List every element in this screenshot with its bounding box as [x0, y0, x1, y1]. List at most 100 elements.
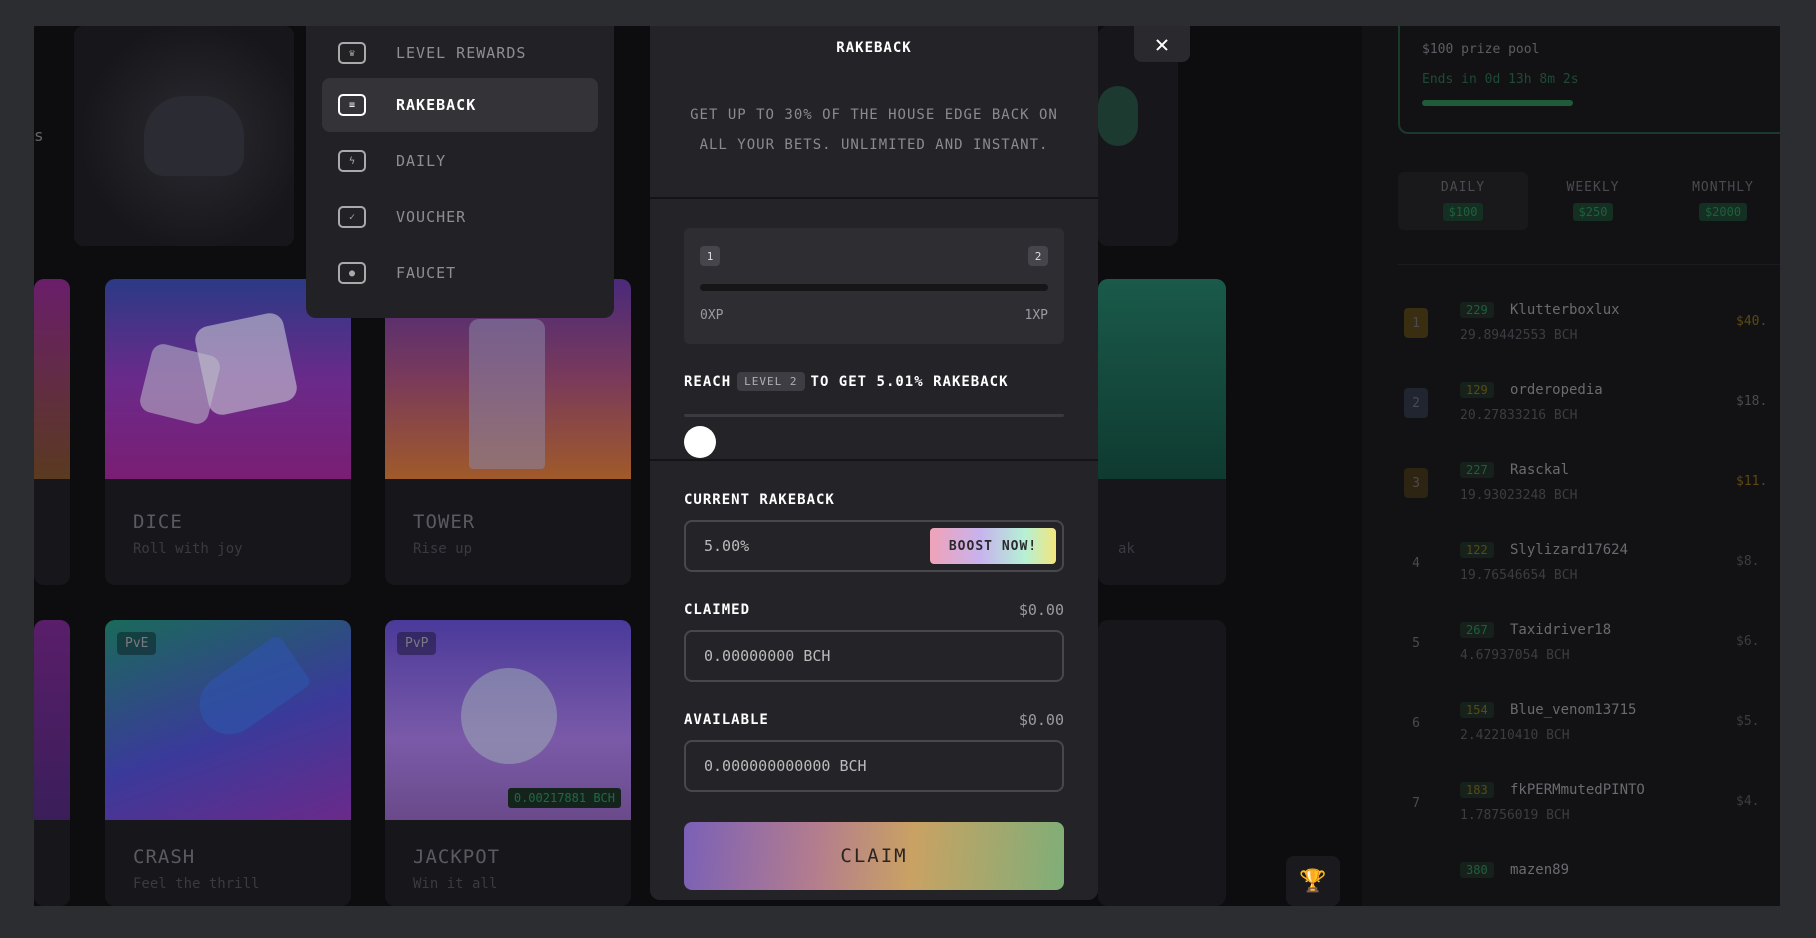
prize-pool-box: $100 prize pool Ends in 0d 13h 8m 2s: [1398, 26, 1780, 134]
game-card-partial-right-mid[interactable]: ak: [1098, 279, 1226, 585]
game-name-tower: TOWER: [413, 511, 476, 533]
wager-amount: 4.67937054 BCH: [1460, 648, 1570, 663]
tab-value: $2000: [1698, 203, 1748, 221]
game-tag-jackpot: PvP: [397, 632, 437, 655]
wager-amount: 19.93023248 BCH: [1460, 488, 1578, 503]
menu-item-voucher[interactable]: ✓ VOUCHER: [322, 190, 598, 244]
menu-item-label: RAKEBACK: [396, 96, 477, 114]
app-frame: s DICE Roll with joy TOWER Rise up PvE C…: [34, 26, 1780, 906]
leaderboard-row[interactable]: 5 267 Taxidriver18 4.67937054 BCH $6.: [1398, 616, 1780, 678]
prize-pool-countdown: Ends in 0d 13h 8m 2s: [1422, 72, 1579, 87]
tower-art: [469, 319, 545, 469]
game-card-partial-top-left[interactable]: [74, 26, 294, 246]
claimed-field: 0.00000000 BCH: [684, 630, 1064, 682]
prize-usd: $5.: [1736, 714, 1760, 729]
user-level-badge: 154: [1460, 702, 1494, 718]
menu-item-label: VOUCHER: [396, 208, 467, 226]
tab-label: DAILY: [1440, 180, 1486, 195]
leaderboard-row[interactable]: 7 183 fkPERMmutedPINTO 1.78756019 BCH $4.: [1398, 776, 1780, 838]
close-icon[interactable]: ✕: [1134, 26, 1190, 62]
menu-item-level-rewards[interactable]: ♛ LEVEL REWARDS: [322, 26, 598, 80]
level-pill: LEVEL 2: [737, 372, 805, 391]
current-rakeback-label: CURRENT RAKEBACK: [684, 492, 835, 508]
leaderboard-row[interactable]: 6 154 Blue_venom13715 2.42210410 BCH $5.: [1398, 696, 1780, 758]
rakeback-icon: ≡: [338, 94, 366, 116]
wager-amount: 29.89442553 BCH: [1460, 328, 1578, 343]
tab-label: MONTHLY: [1692, 180, 1754, 195]
rank-badge: 7: [1412, 795, 1420, 811]
prize-pool-text: $100 prize pool: [1422, 42, 1540, 57]
claimed-label: CLAIMED: [684, 602, 751, 618]
username: Rasckal: [1510, 462, 1570, 478]
trophy-icon[interactable]: 🏆: [1286, 856, 1340, 906]
username: Blue_venom13715: [1510, 702, 1637, 718]
user-level-badge: 267: [1460, 622, 1494, 638]
leaderboard-panel: $100 prize pool Ends in 0d 13h 8m 2s DAI…: [1362, 26, 1780, 906]
boost-now-button[interactable]: BOOST NOW!: [930, 528, 1056, 564]
rank-badge: 6: [1412, 715, 1420, 731]
game-card-crash[interactable]: PvE CRASH Feel the thrill: [105, 620, 351, 906]
leaderboard-row[interactable]: 3 227 Rasckal 19.93023248 BCH $11.: [1398, 456, 1780, 518]
prize-usd: $8.: [1736, 554, 1760, 569]
menu-item-daily[interactable]: ϟ DAILY: [322, 134, 598, 188]
level-to-badge: 2: [1028, 246, 1048, 266]
game-tag-crash: PvE: [117, 632, 157, 655]
menu-item-label: LEVEL REWARDS: [396, 44, 527, 62]
available-field: 0.000000000000 BCH: [684, 740, 1064, 792]
game-sub-jackpot: Win it all: [413, 876, 498, 892]
tab-label: WEEKLY: [1566, 180, 1620, 195]
leaderboard-row[interactable]: 380 mazen89: [1398, 856, 1780, 906]
rakeback-slider-thumb[interactable]: [684, 426, 716, 458]
tab-monthly[interactable]: MONTHLY $2000: [1658, 172, 1780, 230]
user-level-badge: 129: [1460, 382, 1494, 398]
user-level-badge: 229: [1460, 302, 1494, 318]
game-card-dice[interactable]: DICE Roll with joy: [105, 279, 351, 585]
user-level-badge: 183: [1460, 782, 1494, 798]
leaderboard-divider: [1398, 264, 1780, 265]
divider: [650, 459, 1098, 461]
menu-item-label: FAUCET: [396, 264, 457, 282]
leaderboard-row[interactable]: 1 229 Klutterboxlux 29.89442553 BCH $40.: [1398, 296, 1780, 358]
leaderboard-row[interactable]: 2 129 orderopedia 20.27833216 BCH $18.: [1398, 376, 1780, 438]
game-card-partial-left-1[interactable]: [34, 279, 70, 585]
reach-prefix: REACH: [684, 373, 732, 390]
modal-title: RAKEBACK: [836, 40, 912, 56]
username: Taxidriver18: [1510, 622, 1612, 638]
claimed-value: 0.00000000 BCH: [704, 647, 831, 665]
available-usd: $0.00: [1018, 711, 1064, 729]
game-card-partial-left-2[interactable]: [34, 620, 70, 906]
game-card-partial-right-bottom[interactable]: [1098, 620, 1226, 906]
xp-progress-box: 1 2 0XP 1XP: [684, 228, 1064, 344]
available-value: 0.000000000000 BCH: [704, 757, 867, 775]
tab-daily[interactable]: DAILY $100: [1398, 172, 1528, 230]
wager-amount: 2.42210410 BCH: [1460, 728, 1570, 743]
available-label: AVAILABLE: [684, 712, 769, 728]
crown-icon: ♛: [338, 42, 366, 64]
tab-value: $250: [1572, 203, 1614, 221]
game-name-jackpot: JACKPOT: [413, 846, 501, 868]
xp-to-label: 1XP: [1024, 308, 1048, 323]
tab-value: $100: [1442, 203, 1484, 221]
game-card-tower[interactable]: TOWER Rise up: [385, 279, 631, 585]
rank-badge: 4: [1412, 555, 1420, 571]
claim-button[interactable]: CLAIM: [684, 822, 1064, 890]
claimed-usd: $0.00: [1018, 601, 1064, 619]
username: orderopedia: [1510, 382, 1603, 398]
bitcoin-coin-art: [461, 668, 557, 764]
faucet-icon: ●: [338, 262, 366, 284]
game-name-dice: DICE: [133, 511, 183, 533]
robot-kart-art: [144, 96, 244, 176]
game-sub-dice: Roll with joy: [133, 541, 243, 557]
user-level-badge: 227: [1460, 462, 1494, 478]
wager-amount: 20.27833216 BCH: [1460, 408, 1578, 423]
rakeback-slider[interactable]: [684, 414, 1064, 417]
prize-usd: $40.: [1736, 314, 1768, 329]
menu-item-rakeback[interactable]: ≡ RAKEBACK: [322, 78, 598, 132]
tab-weekly[interactable]: WEEKLY $250: [1528, 172, 1658, 230]
wager-amount: 1.78756019 BCH: [1460, 808, 1570, 823]
leaderboard-row[interactable]: 4 122 Slylizard17624 19.76546654 BCH $8.: [1398, 536, 1780, 598]
reach-suffix: TO GET 5.01% RAKEBACK: [810, 373, 1009, 390]
prize-pool-progress-fill: [1422, 100, 1574, 106]
menu-item-faucet[interactable]: ● FAUCET: [322, 246, 598, 300]
game-card-jackpot[interactable]: PvP 0.00217881 BCH JACKPOT Win it all: [385, 620, 631, 906]
